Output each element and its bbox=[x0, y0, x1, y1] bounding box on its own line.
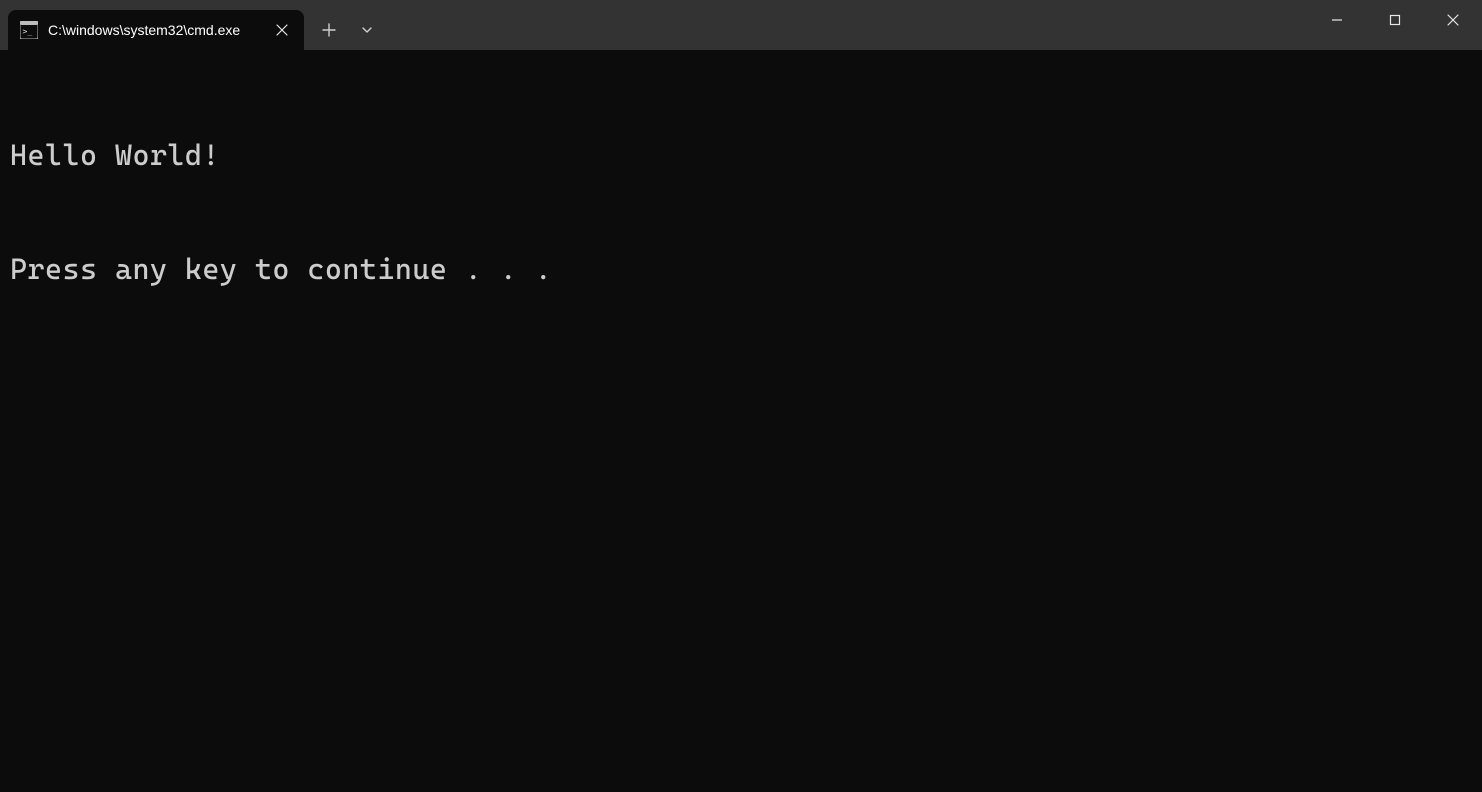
tab-dropdown-button[interactable] bbox=[348, 11, 386, 49]
svg-text:>_: >_ bbox=[23, 27, 33, 36]
close-window-button[interactable] bbox=[1424, 0, 1482, 40]
terminal-output: Hello World! Press any key to continue .… bbox=[10, 60, 1472, 364]
terminal-viewport[interactable]: Hello World! Press any key to continue .… bbox=[0, 50, 1482, 792]
terminal-line: Press any key to continue . . . bbox=[10, 250, 1472, 288]
window-controls bbox=[1308, 0, 1482, 50]
terminal-tab[interactable]: >_ C:\windows\system32\cmd.exe bbox=[8, 10, 304, 50]
terminal-window: >_ C:\windows\system32\cmd.exe bbox=[0, 0, 1482, 792]
minimize-button[interactable] bbox=[1308, 0, 1366, 40]
title-bar: >_ C:\windows\system32\cmd.exe bbox=[0, 0, 1482, 50]
new-tab-button[interactable] bbox=[310, 11, 348, 49]
tab-strip: >_ C:\windows\system32\cmd.exe bbox=[0, 0, 386, 50]
close-tab-button[interactable] bbox=[270, 18, 294, 42]
tab-actions bbox=[310, 10, 386, 50]
tab-title: C:\windows\system32\cmd.exe bbox=[48, 22, 260, 38]
cmd-icon: >_ bbox=[20, 21, 38, 39]
terminal-line: Hello World! bbox=[10, 136, 1472, 174]
maximize-button[interactable] bbox=[1366, 0, 1424, 40]
